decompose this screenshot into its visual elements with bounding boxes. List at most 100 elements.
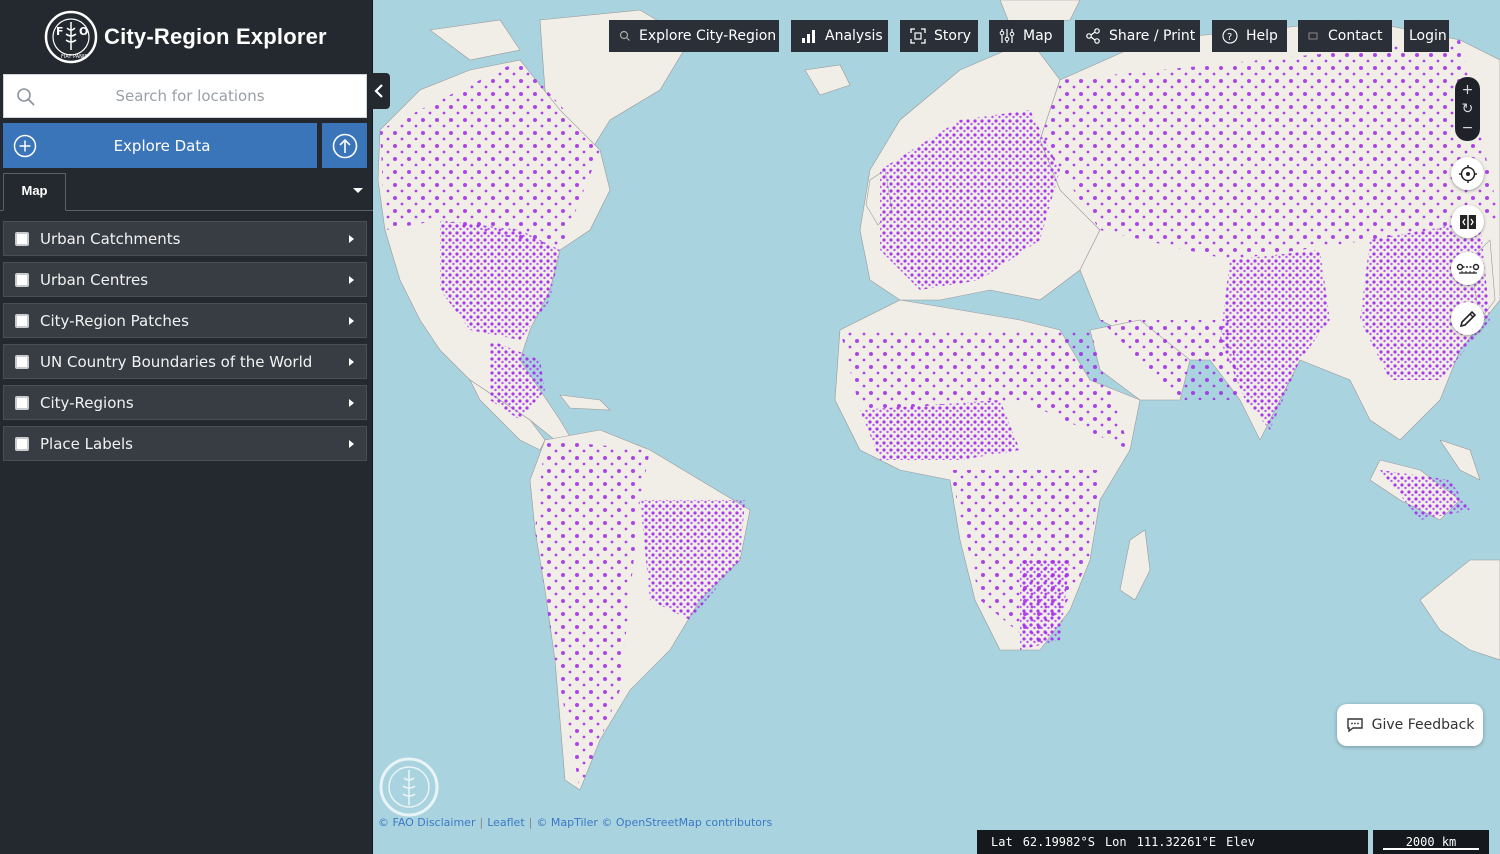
split-view-icon (1459, 214, 1476, 229)
caret-right-icon[interactable] (349, 357, 354, 366)
bar-chart-icon (802, 30, 815, 43)
measure-button[interactable] (1451, 252, 1484, 285)
chevron-left-icon (374, 84, 383, 98)
layer-checkbox[interactable] (15, 272, 29, 287)
analysis-button[interactable]: Analysis (791, 20, 888, 52)
zoom-in-icon[interactable]: + (1462, 83, 1474, 97)
login-label: Login (1409, 28, 1447, 44)
contact-label: Contact (1328, 28, 1383, 44)
layer-label: Urban Centres (40, 270, 149, 289)
layer-checkbox[interactable] (15, 354, 29, 369)
layer-un-country-boundaries[interactable]: UN Country Boundaries of the World (3, 344, 367, 379)
measure-icon (1456, 263, 1479, 274)
search-icon (17, 88, 35, 106)
scale-bar: 2000 km (1373, 830, 1489, 854)
story-label: Story (934, 28, 971, 44)
plus-circle-icon (13, 134, 37, 157)
world-map[interactable] (374, 0, 1500, 854)
svg-text:FIAT PANIS: FIAT PANIS (61, 54, 88, 60)
layer-checkbox[interactable] (15, 395, 29, 410)
elev-label: Elev (1226, 835, 1256, 849)
contact-button[interactable]: Contact (1298, 20, 1392, 52)
reset-view-icon[interactable]: ↻ (1462, 102, 1474, 116)
upload-icon (332, 133, 357, 158)
search-box[interactable] (3, 74, 367, 118)
fao-disclaimer-link[interactable]: © FAO Disclaimer (378, 816, 475, 829)
fao-watermark-icon (379, 757, 439, 817)
sidebar: F O FIAT PANIS City-Region Explorer Expl… (0, 0, 373, 854)
layer-place-labels[interactable]: Place Labels (3, 426, 367, 461)
layer-checkbox[interactable] (15, 231, 29, 246)
share-print-label: Share / Print (1109, 28, 1196, 44)
mail-icon (1308, 32, 1318, 40)
lat-label: Lat (991, 835, 1013, 849)
locate-button[interactable] (1451, 157, 1484, 190)
analysis-label: Analysis (825, 28, 883, 44)
caret-right-icon[interactable] (349, 234, 354, 243)
leaflet-link[interactable]: Leaflet (487, 816, 524, 829)
pencil-icon (1459, 310, 1476, 327)
layer-list: Urban Catchments Urban Centres City-Regi… (3, 221, 367, 467)
layer-checkbox[interactable] (15, 436, 29, 451)
fao-logo-icon: F O FIAT PANIS (44, 10, 98, 64)
share-icon (1086, 28, 1100, 44)
caret-right-icon[interactable] (349, 316, 354, 325)
feedback-chat-icon (1346, 718, 1363, 733)
chevron-down-icon[interactable] (353, 188, 363, 193)
caret-right-icon[interactable] (349, 275, 354, 284)
svg-text:O: O (79, 25, 88, 38)
brand-header: F O FIAT PANIS City-Region Explorer (0, 0, 372, 74)
tab-map-label: Map (21, 183, 48, 198)
give-feedback-label: Give Feedback (1371, 717, 1475, 733)
zoom-control: + ↻ − (1455, 77, 1480, 141)
layer-label: Place Labels (40, 434, 133, 453)
caret-right-icon[interactable] (349, 398, 354, 407)
explore-city-region-button[interactable]: Explore City-Region (609, 20, 779, 52)
explore-city-region-label: Explore City-Region (639, 28, 777, 44)
layer-urban-catchments[interactable]: Urban Catchments (3, 221, 367, 256)
caret-right-icon[interactable] (349, 439, 354, 448)
coordinate-readout: Lat 62.19982°S Lon 111.32261°E Elev (977, 830, 1368, 854)
scale-bar-line (1383, 848, 1479, 850)
map-button[interactable]: Map (989, 20, 1064, 52)
help-label: Help (1246, 28, 1278, 44)
layer-label: City-Region Patches (40, 311, 189, 330)
collapse-sidebar-button[interactable] (368, 73, 390, 109)
layer-label: City-Regions (40, 393, 134, 412)
layer-label: UN Country Boundaries of the World (40, 352, 313, 371)
story-button[interactable]: Story (900, 20, 978, 52)
explore-data-label: Explore Data (113, 136, 211, 155)
map-view[interactable] (374, 0, 1500, 854)
maptiler-osm-link[interactable]: © MapTiler © OpenStreetMap contributors (536, 816, 772, 829)
lon-value: 111.32261°E (1136, 835, 1217, 849)
tab-map[interactable]: Map (3, 173, 66, 211)
help-icon: ? (1222, 28, 1238, 44)
layer-city-regions[interactable]: City-Regions (3, 385, 367, 420)
scale-label: 2000 km (1405, 835, 1457, 849)
search-input[interactable] (4, 75, 366, 117)
svg-text:F: F (56, 25, 64, 38)
layer-city-region-patches[interactable]: City-Region Patches (3, 303, 367, 338)
svg-text:?: ? (1227, 32, 1232, 43)
layer-urban-centres[interactable]: Urban Centres (3, 262, 367, 297)
layer-checkbox[interactable] (15, 313, 29, 328)
zoom-out-icon[interactable]: − (1462, 121, 1474, 135)
app-title: City-Region Explorer (104, 24, 327, 49)
tab-bar: Map (0, 173, 373, 211)
help-button[interactable]: ? Help (1212, 20, 1287, 52)
explore-data-button[interactable]: Explore Data (3, 123, 317, 168)
share-print-button[interactable]: Share / Print (1075, 20, 1200, 52)
search-icon (619, 30, 630, 41)
login-button[interactable]: Login (1404, 20, 1449, 52)
draw-button[interactable] (1451, 302, 1484, 335)
map-label: Map (1023, 28, 1053, 44)
upload-button[interactable] (322, 123, 367, 168)
crosshair-icon (1458, 164, 1477, 183)
map-attribution: © FAO Disclaimer | Leaflet | © MapTiler © Op… (378, 816, 773, 829)
layer-label: Urban Catchments (40, 229, 181, 248)
split-compare-button[interactable] (1451, 205, 1484, 238)
give-feedback-button[interactable]: Give Feedback (1337, 704, 1483, 746)
story-frame-icon (910, 28, 926, 44)
sliders-icon (999, 29, 1015, 43)
lat-value: 62.19982°S (1022, 835, 1095, 849)
